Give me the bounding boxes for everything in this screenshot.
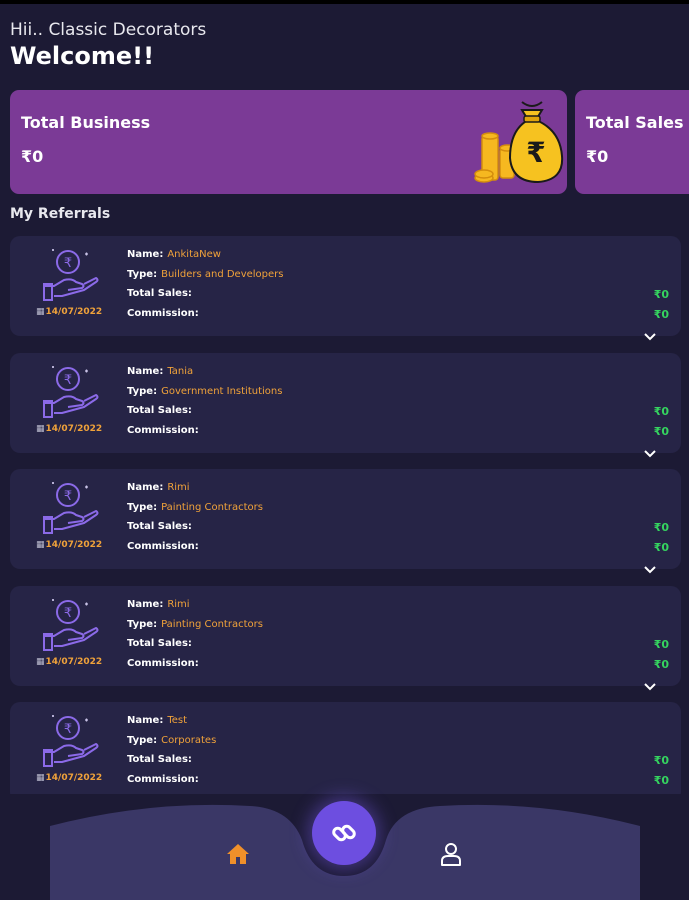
referral-name: Rimi: [167, 599, 190, 610]
summary-cards-carousel[interactable]: Total Business ₹0 ₹ Total Sales ₹0: [10, 90, 689, 194]
rupee-hand-icon: ₹: [43, 599, 99, 651]
total-sales-label: Total Sales:: [127, 638, 192, 650]
referral-details: Name: Rimi Type: Painting Contractors Tota…: [127, 482, 263, 552]
referral-commission: ₹0: [653, 541, 669, 554]
my-referrals-heading: My Referrals: [10, 206, 111, 222]
rupee-hand-icon: ₹: [43, 482, 99, 534]
referral-card[interactable]: ₹ ▦14/07/2022 Name: Tania Type: Government…: [10, 353, 681, 453]
commission-label: Commission:: [127, 657, 199, 669]
welcome-title: Welcome!!: [10, 42, 155, 70]
referrals-list[interactable]: ₹ ▦14/07/2022 Name: AnkitaNew Type: Builde…: [10, 236, 681, 794]
rupee-hand-icon: ₹: [43, 249, 99, 301]
referral-name: Test: [167, 715, 188, 726]
chevron-down-icon[interactable]: [643, 332, 657, 342]
referral-card[interactable]: ₹ ▦14/07/2022 Name: Rimi Type: Painting Co…: [10, 469, 681, 569]
greeting-text: Hii.. Classic Decorators: [10, 20, 207, 40]
total-sales-label: Total Sales:: [127, 288, 192, 300]
rupee-hand-icon: ₹: [43, 715, 99, 767]
referral-date: ▦14/07/2022: [36, 773, 103, 783]
referral-commission: ₹0: [653, 425, 669, 438]
home-icon[interactable]: [226, 843, 250, 865]
referral-link-button[interactable]: [312, 801, 376, 865]
referral-total-sales: ₹0: [653, 638, 669, 651]
chevron-down-icon[interactable]: [643, 449, 657, 459]
referral-date: ▦14/07/2022: [36, 540, 103, 550]
svg-text:₹: ₹: [64, 606, 72, 621]
total-sales-label: Total Sales:: [127, 521, 192, 533]
referral-card[interactable]: ₹ ▦14/07/2022 Name: AnkitaNew Type: Builde…: [10, 236, 681, 336]
referral-details: Name: Rimi Type: Painting Contractors Tota…: [127, 599, 263, 669]
total-business-value: ₹0: [21, 147, 44, 166]
svg-text:₹: ₹: [526, 136, 545, 169]
referral-type: Painting Contractors: [161, 618, 263, 630]
referral-name: Rimi: [167, 482, 190, 493]
link-icon: [332, 824, 356, 842]
total-sales-card[interactable]: Total Sales ₹0: [575, 90, 689, 194]
referral-type: Builders and Developers: [161, 268, 284, 280]
referral-total-sales: ₹0: [653, 754, 669, 767]
svg-text:₹: ₹: [64, 373, 72, 388]
referral-commission: ₹0: [653, 658, 669, 671]
referral-name: Tania: [167, 366, 194, 377]
money-bag-icon: ₹: [474, 101, 564, 184]
referral-type: Painting Contractors: [161, 501, 263, 513]
referral-date: ▦14/07/2022: [36, 657, 103, 667]
calendar-icon: ▦: [36, 773, 45, 783]
calendar-icon: ▦: [36, 424, 45, 434]
status-strip: [0, 0, 689, 4]
referral-card[interactable]: ₹ ▦14/07/2022 Name: Test Type: Corporates …: [10, 702, 681, 794]
calendar-icon: ▦: [36, 657, 45, 667]
referral-type: Corporates: [161, 734, 217, 746]
referral-total-sales: ₹0: [653, 288, 669, 301]
svg-text:₹: ₹: [64, 722, 72, 737]
commission-label: Commission:: [127, 773, 199, 785]
referral-date: ▦14/07/2022: [36, 307, 103, 317]
referral-commission: ₹0: [653, 308, 669, 321]
referral-total-sales: ₹0: [653, 405, 669, 418]
commission-label: Commission:: [127, 424, 199, 436]
user-icon[interactable]: [440, 842, 462, 866]
referral-commission: ₹0: [653, 774, 669, 787]
total-sales-value: ₹0: [586, 147, 609, 166]
referral-date: ▦14/07/2022: [36, 424, 103, 434]
referral-type: Government Institutions: [161, 385, 283, 397]
commission-label: Commission:: [127, 540, 199, 552]
total-business-card[interactable]: Total Business ₹0 ₹: [10, 90, 567, 194]
chevron-down-icon[interactable]: [643, 565, 657, 575]
calendar-icon: ▦: [36, 307, 45, 317]
total-business-title: Total Business: [21, 113, 151, 132]
calendar-icon: ▦: [36, 540, 45, 550]
referral-card[interactable]: ₹ ▦14/07/2022 Name: Rimi Type: Painting Co…: [10, 586, 681, 686]
svg-text:₹: ₹: [64, 256, 72, 271]
rupee-hand-icon: ₹: [43, 366, 99, 418]
svg-text:₹: ₹: [64, 489, 72, 504]
referral-details: Name: Tania Type: Government Institutions …: [127, 366, 283, 436]
referral-details: Name: Test Type: Corporates Total Sales: C…: [127, 715, 217, 785]
chevron-down-icon[interactable]: [643, 682, 657, 692]
referral-total-sales: ₹0: [653, 521, 669, 534]
referral-details: Name: AnkitaNew Type: Builders and Develop…: [127, 249, 284, 319]
commission-label: Commission:: [127, 307, 199, 319]
total-sales-label: Total Sales:: [127, 754, 192, 766]
referral-name: AnkitaNew: [167, 249, 221, 260]
total-sales-label: Total Sales:: [127, 405, 192, 417]
total-sales-title: Total Sales: [586, 113, 684, 132]
